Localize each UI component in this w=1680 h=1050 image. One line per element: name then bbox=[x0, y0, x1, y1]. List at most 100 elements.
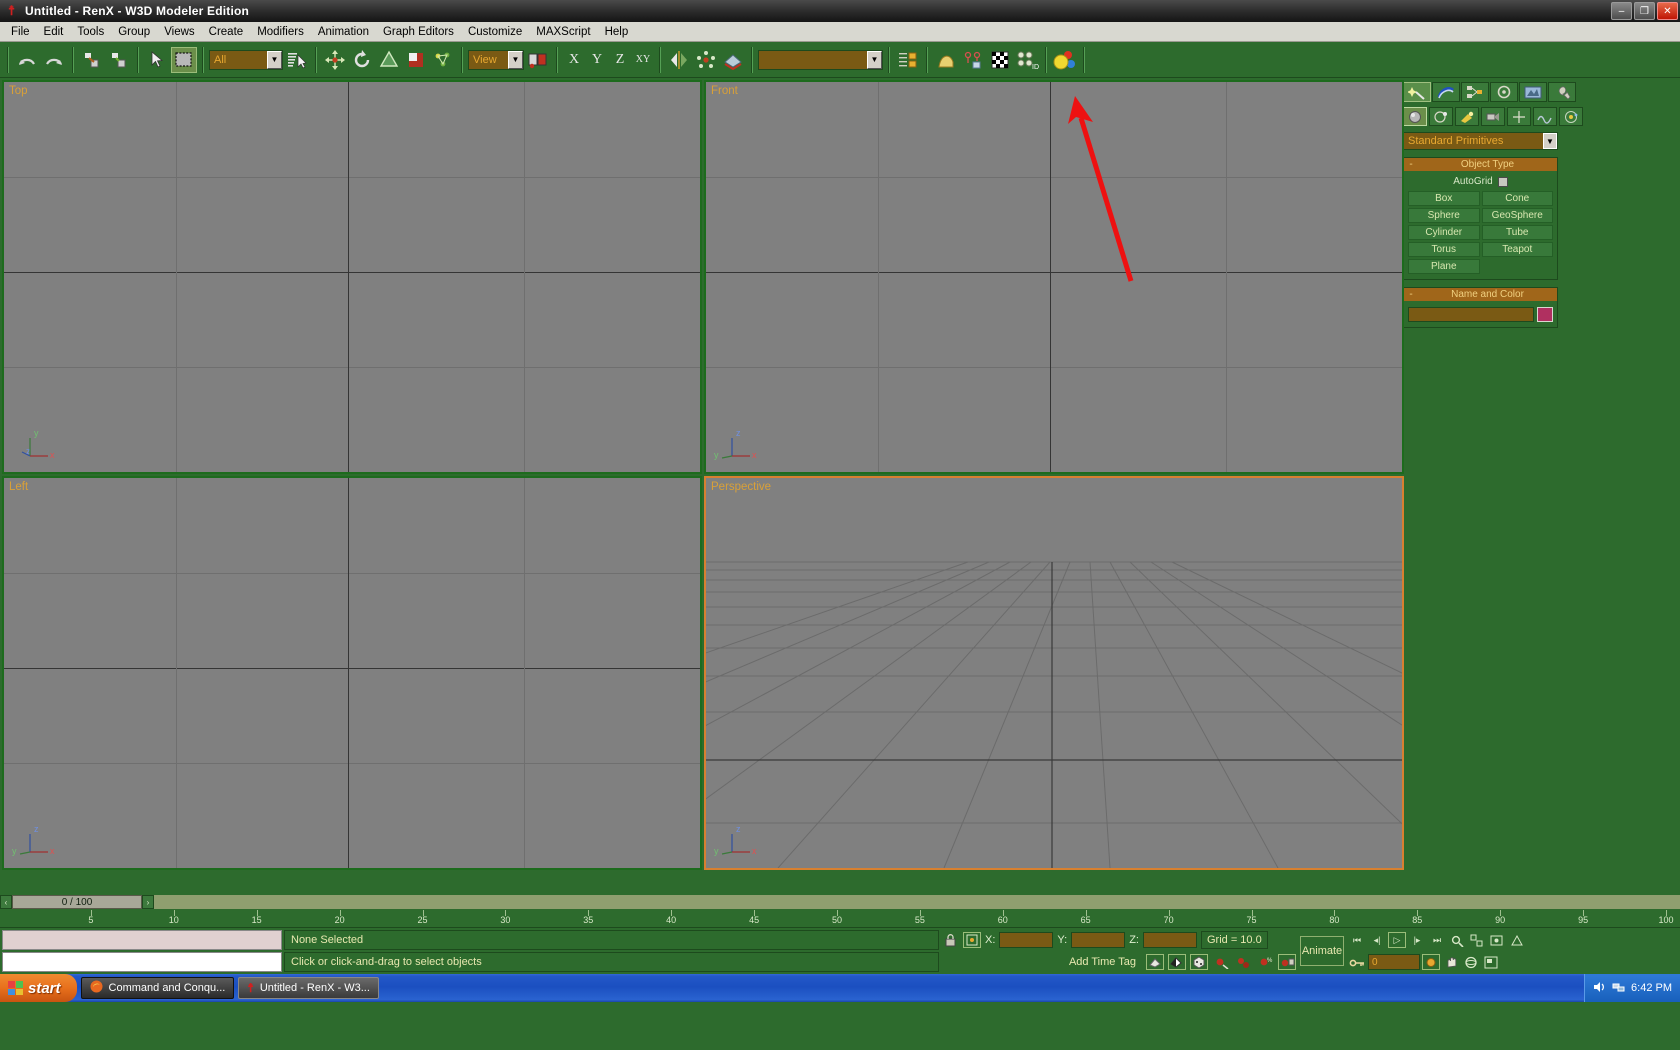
menu-item-group[interactable]: Group bbox=[111, 24, 157, 40]
create-geosphere-button[interactable]: GeoSphere bbox=[1482, 208, 1554, 223]
play-animation-icon[interactable]: ▷ bbox=[1388, 932, 1406, 948]
maxscript-mini-listener-output[interactable] bbox=[2, 930, 282, 950]
zoom-viewport-icon[interactable] bbox=[1448, 932, 1466, 948]
viewport-perspective[interactable]: Perspective bbox=[704, 476, 1404, 870]
menu-item-create[interactable]: Create bbox=[202, 24, 251, 40]
autogrid-row[interactable]: AutoGrid bbox=[1408, 174, 1553, 189]
add-time-tag-button[interactable]: Add Time Tag bbox=[1063, 956, 1142, 968]
previous-frame-icon[interactable]: ◂| bbox=[1368, 932, 1386, 948]
pan-view-icon[interactable] bbox=[1442, 954, 1460, 970]
create-box-button[interactable]: Box bbox=[1408, 191, 1480, 206]
create-teapot-button[interactable]: Teapot bbox=[1482, 242, 1554, 257]
create-torus-button[interactable]: Torus bbox=[1408, 242, 1480, 257]
viewport-top[interactable]: Top y z x bbox=[2, 80, 702, 474]
menu-item-customize[interactable]: Customize bbox=[461, 24, 529, 40]
zoom-extents-all-icon[interactable] bbox=[1488, 932, 1506, 948]
collapse-icon[interactable]: - bbox=[1404, 289, 1418, 300]
key-filters-icon[interactable] bbox=[1422, 954, 1440, 970]
timeline-range-slider[interactable]: 0 / 100 bbox=[12, 895, 142, 909]
select-and-rotate-icon[interactable] bbox=[349, 47, 375, 73]
maximize-button[interactable]: ❐ bbox=[1634, 2, 1655, 20]
pan-icon[interactable] bbox=[1278, 954, 1296, 970]
clock[interactable]: 6:42 PM bbox=[1631, 982, 1672, 994]
time-ruler[interactable]: 5101520253035404550556065707580859095100 bbox=[0, 910, 1680, 928]
array-icon[interactable] bbox=[693, 47, 719, 73]
chevron-down-icon[interactable]: ▼ bbox=[267, 51, 282, 69]
utilities-tab[interactable] bbox=[1548, 82, 1576, 102]
helpers-subtab[interactable] bbox=[1507, 107, 1531, 126]
x-coordinate-input[interactable] bbox=[999, 932, 1053, 948]
timeline-track[interactable] bbox=[154, 895, 1680, 909]
layer-manager-icon[interactable] bbox=[895, 47, 921, 73]
mirror-icon[interactable] bbox=[666, 47, 692, 73]
network-icon[interactable] bbox=[1612, 981, 1625, 996]
zoom-extents-icon[interactable]: % bbox=[1256, 954, 1274, 970]
object-color-swatch[interactable] bbox=[1537, 307, 1553, 322]
material-editor-icon[interactable] bbox=[1052, 47, 1078, 73]
select-and-move-icon[interactable] bbox=[322, 47, 348, 73]
restrict-xy-button[interactable]: XY bbox=[632, 47, 654, 73]
shade-selected-faces-icon[interactable] bbox=[1146, 954, 1164, 970]
chevron-down-icon[interactable]: ▼ bbox=[867, 51, 882, 69]
restrict-x-button[interactable]: X bbox=[563, 47, 585, 73]
menu-item-help[interactable]: Help bbox=[598, 24, 636, 40]
volume-icon[interactable] bbox=[1593, 981, 1606, 996]
select-object-icon[interactable] bbox=[144, 47, 170, 73]
create-tab[interactable] bbox=[1403, 82, 1431, 102]
cameras-subtab[interactable] bbox=[1481, 107, 1505, 126]
create-tube-button[interactable]: Tube bbox=[1482, 225, 1554, 240]
arc-rotate-icon[interactable] bbox=[1462, 954, 1480, 970]
viewport-left[interactable]: Left z y x bbox=[2, 476, 702, 870]
taskbar-item-firefox[interactable]: Command and Conqu... bbox=[81, 977, 235, 999]
maximize-viewport-icon[interactable] bbox=[1482, 954, 1500, 970]
menu-item-tools[interactable]: Tools bbox=[70, 24, 111, 40]
unlink-icon[interactable] bbox=[106, 47, 132, 73]
close-button[interactable]: ✕ bbox=[1657, 2, 1678, 20]
go-to-end-icon[interactable]: ⏭ bbox=[1428, 932, 1446, 948]
object-name-input[interactable] bbox=[1408, 307, 1534, 322]
menu-item-views[interactable]: Views bbox=[157, 24, 201, 40]
maxscript-mini-listener-input[interactable] bbox=[2, 952, 282, 972]
rollout-header-name-and-color[interactable]: - Name and Color bbox=[1404, 288, 1557, 301]
key-mode-icon[interactable] bbox=[1348, 954, 1366, 970]
curve-editor-icon[interactable] bbox=[933, 47, 959, 73]
adaptive-degradation-icon[interactable] bbox=[1168, 954, 1186, 970]
align-icon[interactable] bbox=[430, 47, 456, 73]
z-coordinate-input[interactable] bbox=[1143, 932, 1197, 948]
display-tab[interactable] bbox=[1519, 82, 1547, 102]
select-link-icon[interactable] bbox=[79, 47, 105, 73]
restrict-z-button[interactable]: Z bbox=[609, 47, 631, 73]
chevron-down-icon[interactable]: ▼ bbox=[1543, 133, 1557, 149]
reference-coord-dropdown[interactable]: View ▼ bbox=[468, 50, 524, 70]
motion-tab[interactable] bbox=[1490, 82, 1518, 102]
animate-button[interactable]: Animate bbox=[1300, 936, 1344, 966]
select-and-scale-icon[interactable] bbox=[376, 47, 402, 73]
minimize-button[interactable]: – bbox=[1611, 2, 1632, 20]
hierarchy-tab[interactable] bbox=[1461, 82, 1489, 102]
viewport-label-perspective[interactable]: Perspective bbox=[711, 481, 771, 493]
viewport-label-front[interactable]: Front bbox=[711, 85, 738, 97]
go-to-start-icon[interactable]: ⏮ bbox=[1348, 932, 1366, 948]
geometry-subtab[interactable] bbox=[1403, 107, 1427, 126]
use-center-icon[interactable] bbox=[403, 47, 429, 73]
create-cylinder-button[interactable]: Cylinder bbox=[1408, 225, 1480, 240]
systems-subtab[interactable] bbox=[1559, 107, 1583, 126]
shapes-subtab[interactable] bbox=[1429, 107, 1453, 126]
viewport-label-top[interactable]: Top bbox=[9, 85, 28, 97]
lights-subtab[interactable] bbox=[1455, 107, 1479, 126]
timeline-next-button[interactable]: › bbox=[142, 895, 154, 909]
menu-item-modifiers[interactable]: Modifiers bbox=[250, 24, 311, 40]
zoom-all-icon[interactable] bbox=[1234, 954, 1252, 970]
align-objects-icon[interactable] bbox=[720, 47, 746, 73]
create-sphere-button[interactable]: Sphere bbox=[1408, 208, 1480, 223]
lock-icon[interactable] bbox=[941, 932, 959, 948]
taskbar-item-renx[interactable]: ☨ Untitled - RenX - W3... bbox=[238, 977, 379, 999]
zoom-icon[interactable] bbox=[1212, 954, 1230, 970]
autogrid-checkbox[interactable] bbox=[1498, 177, 1508, 187]
use-pivot-point-icon[interactable] bbox=[525, 47, 551, 73]
space-warps-subtab[interactable] bbox=[1533, 107, 1557, 126]
absolute-mode-icon[interactable] bbox=[963, 932, 981, 948]
create-cone-button[interactable]: Cone bbox=[1482, 191, 1554, 206]
menu-item-graph-editors[interactable]: Graph Editors bbox=[376, 24, 461, 40]
selection-lock-toggle-icon[interactable] bbox=[1190, 954, 1208, 970]
